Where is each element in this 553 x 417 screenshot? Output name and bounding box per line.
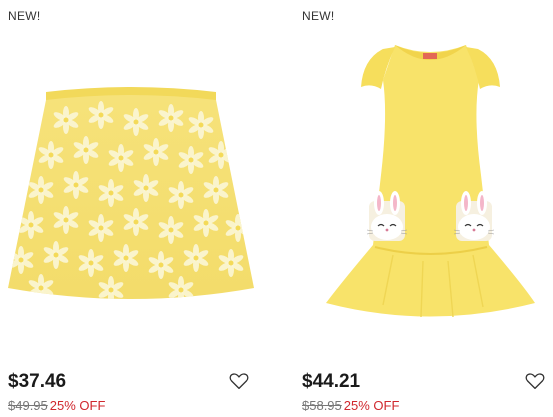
product-card-skirt[interactable]: NEW! $37.46 $49.95 25% OFF [0,0,264,417]
original-price: $49.95 [8,398,48,413]
product-image-dress[interactable] [323,35,538,335]
product-card-dress[interactable]: NEW! $44.21 $58.95 25% OFF [293,0,553,417]
original-price: $58.95 [302,398,342,413]
price-details: $49.95 25% OFF [8,398,105,413]
sale-price: $44.21 [302,371,361,392]
discount-label: 25% OFF [343,398,400,413]
wishlist-heart-icon[interactable] [229,372,249,390]
new-badge: NEW! [302,9,335,23]
price-details: $58.95 25% OFF [302,398,399,413]
sale-price: $37.46 [8,371,67,392]
discount-label: 25% OFF [49,398,106,413]
wishlist-heart-icon[interactable] [525,372,545,390]
new-badge: NEW! [8,9,41,23]
product-image-skirt[interactable] [6,60,256,310]
